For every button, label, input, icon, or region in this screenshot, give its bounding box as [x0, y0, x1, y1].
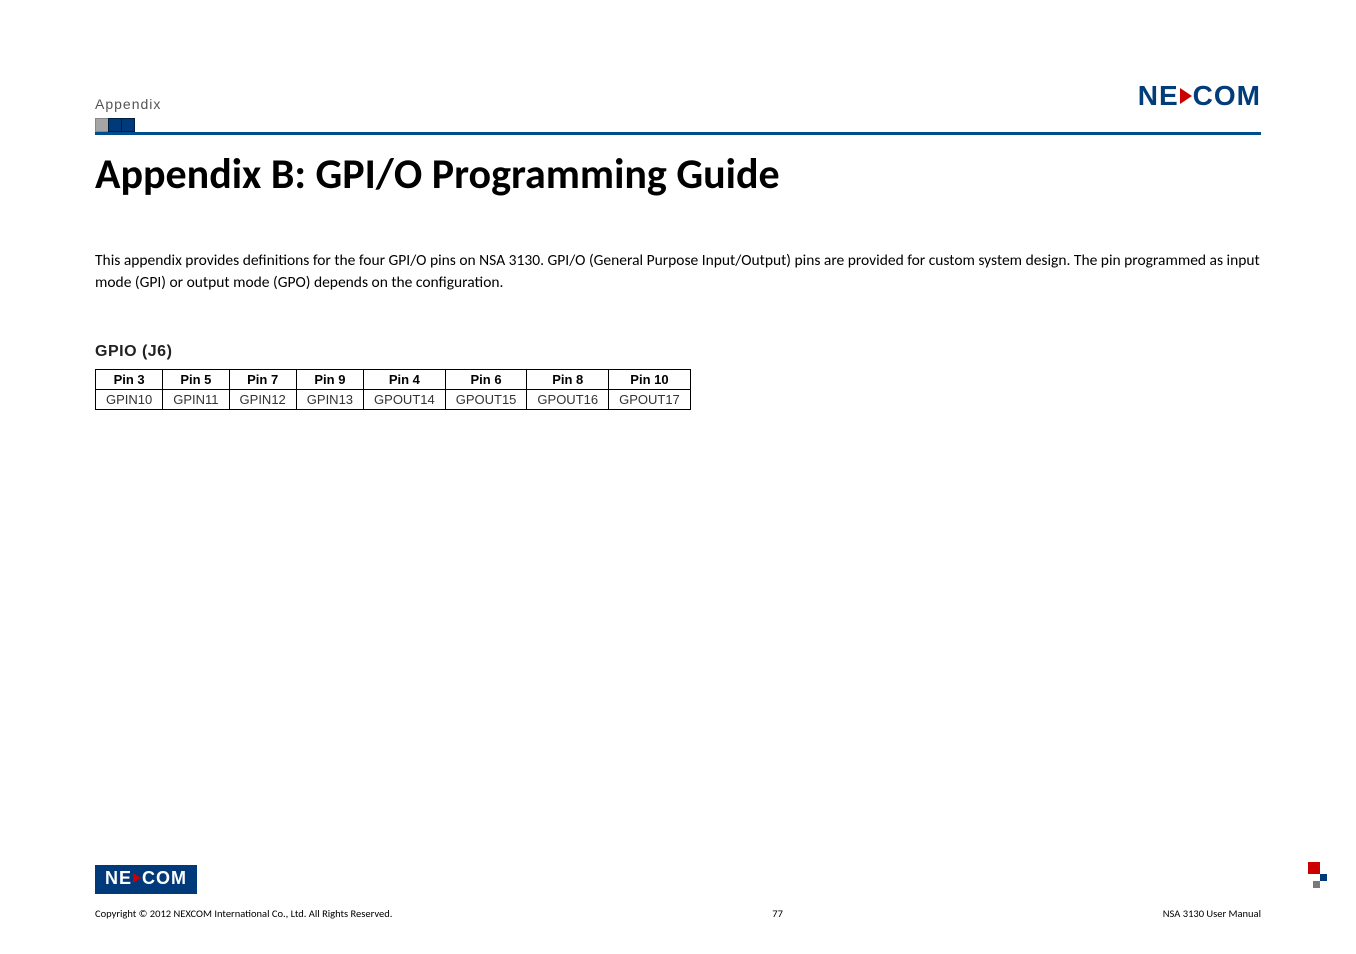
table-header-row: Pin 3 Pin 5 Pin 7 Pin 9 Pin 4 Pin 6 Pin …: [96, 369, 691, 389]
brand-logo: NE COM: [1138, 80, 1261, 112]
section-label: Appendix: [95, 96, 161, 112]
logo-part-com: COM: [1193, 80, 1261, 111]
table-header-cell: Pin 9: [296, 369, 363, 389]
table-header-cell: Pin 5: [163, 369, 229, 389]
table-cell: GPOUT15: [445, 389, 527, 409]
intro-paragraph: This appendix provides definitions for t…: [95, 250, 1261, 295]
table-header-cell: Pin 10: [609, 369, 691, 389]
logo-arrow-icon: [1180, 88, 1192, 104]
header-left: Appendix: [95, 96, 161, 112]
page-footer: Copyright © 2012 NEXCOM International Co…: [95, 907, 1261, 920]
table-cell: GPOUT17: [609, 389, 691, 409]
table-cell: GPIN11: [163, 389, 229, 409]
table-cell: GPIN12: [229, 389, 296, 409]
table-header-cell: Pin 4: [364, 369, 446, 389]
table-cell: GPOUT14: [364, 389, 446, 409]
footer-copyright: Copyright © 2012 NEXCOM International Co…: [95, 907, 392, 920]
table-header-cell: Pin 7: [229, 369, 296, 389]
table-cell: GPIN13: [296, 389, 363, 409]
footer-logo-ne: NE: [105, 868, 132, 888]
page-header: Appendix NE COM: [95, 80, 1261, 112]
document-page: Appendix NE COM Appendix B: GPI/O Program…: [0, 0, 1356, 954]
gpio-table: Pin 3 Pin 5 Pin 7 Pin 9 Pin 4 Pin 6 Pin …: [95, 369, 691, 410]
table-header-cell: Pin 8: [527, 369, 609, 389]
footer-page-number: 77: [772, 907, 783, 920]
header-divider: [95, 132, 1261, 135]
header-squares-icon: [95, 118, 1261, 132]
footer-logo-com: COM: [142, 868, 187, 888]
table-header-cell: Pin 3: [96, 369, 163, 389]
logo-part-ne: NE: [1138, 80, 1179, 111]
table-cell: GPOUT16: [527, 389, 609, 409]
footer-brand-logo: NE COM: [95, 865, 197, 894]
footer-doc-name: NSA 3130 User Manual: [1163, 907, 1261, 920]
table-header-cell: Pin 6: [445, 369, 527, 389]
gpio-section-label: GPIO (J6): [95, 343, 1261, 361]
footer-logo-arrow-icon: [133, 873, 141, 883]
page-title: Appendix B: GPI/O Programming Guide: [95, 149, 1261, 200]
table-cell: GPIN10: [96, 389, 163, 409]
table-row: GPIN10 GPIN11 GPIN12 GPIN13 GPOUT14 GPOU…: [96, 389, 691, 409]
